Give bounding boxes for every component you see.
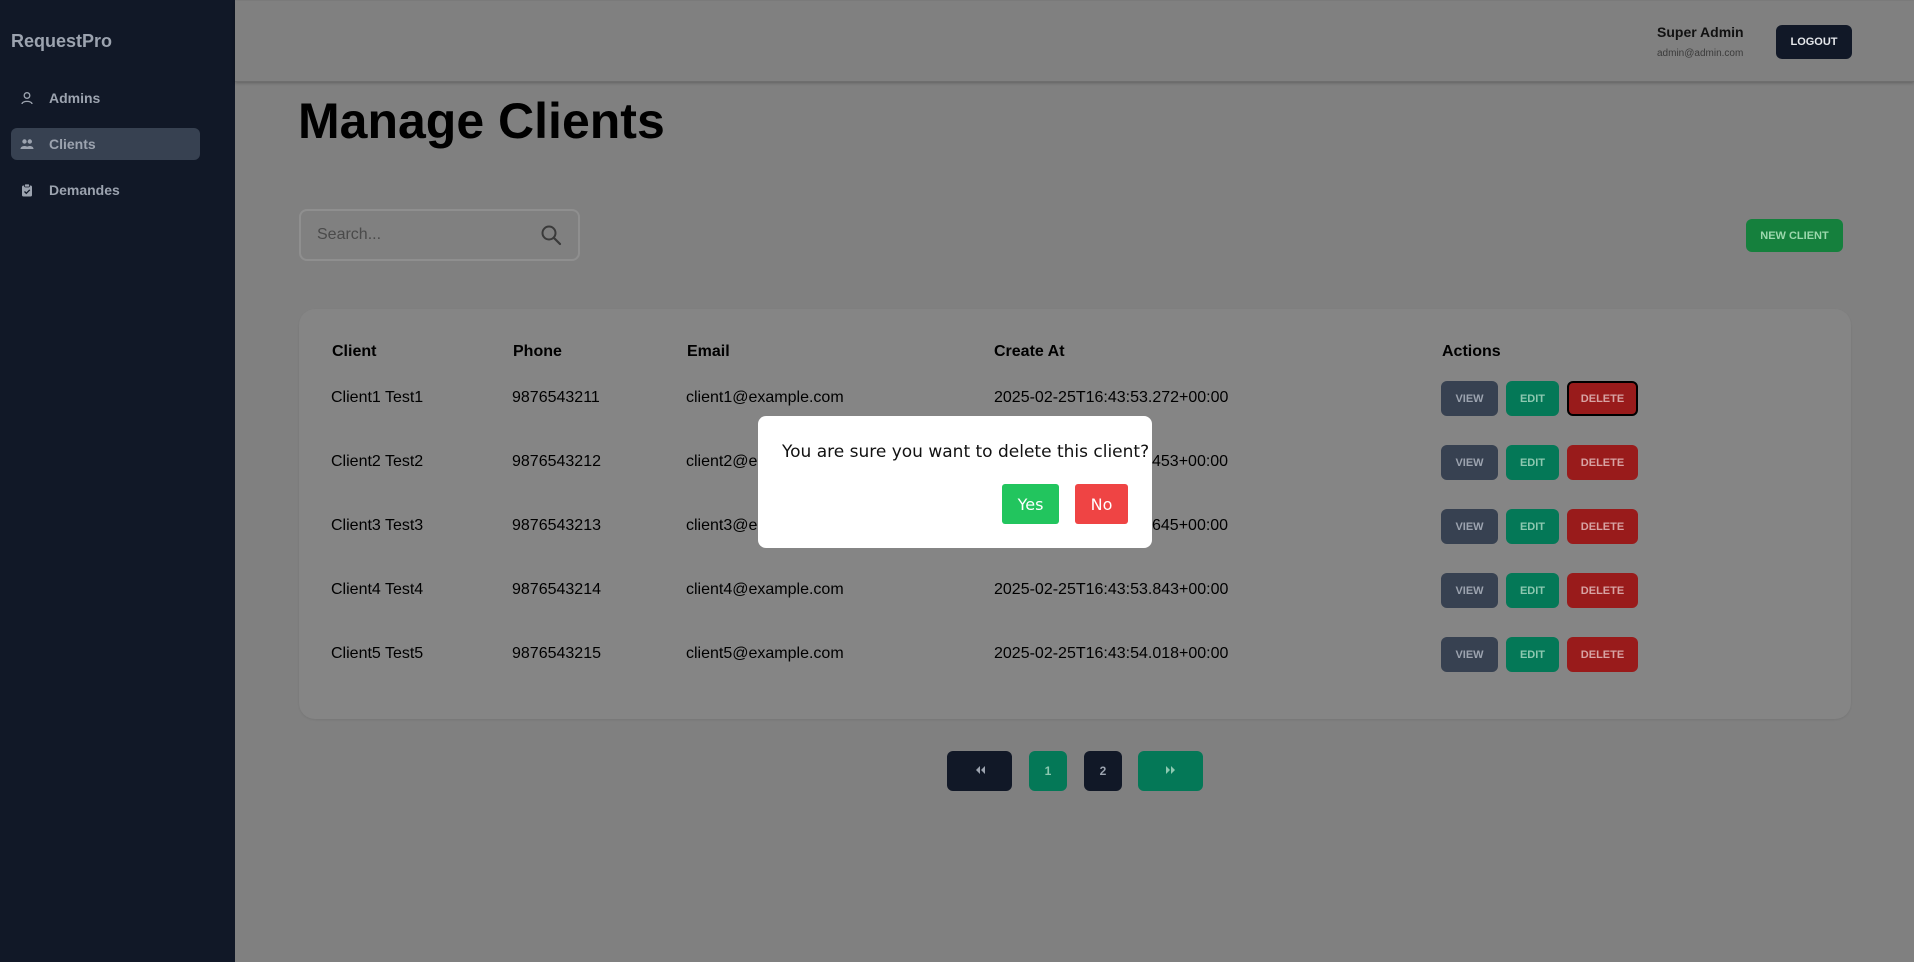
column-header-email: Email xyxy=(687,343,730,360)
cell-email: client2@e xyxy=(686,453,758,470)
cell-client: Client5 Test5 xyxy=(331,645,424,662)
new-client-button[interactable]: NEW CLIENT xyxy=(1746,219,1843,252)
sidebar-item-clients[interactable]: Clients xyxy=(11,128,200,160)
view-button[interactable]: VIEW xyxy=(1441,573,1498,608)
delete-confirm-dialog: You are sure you want to delete this cli… xyxy=(758,416,1152,548)
view-button[interactable]: VIEW xyxy=(1441,509,1498,544)
cell-created: 2025-02-25T16:43:54.018+00:00 xyxy=(994,645,1229,662)
top-header: Super Admin admin@admin.com LOGOUT xyxy=(235,1,1914,82)
page-button-2[interactable]: 2 xyxy=(1084,751,1122,791)
edit-button[interactable]: EDIT xyxy=(1506,381,1559,416)
sidebar: RequestPro Admins Clients Demandes xyxy=(0,0,235,962)
edit-button[interactable]: EDIT xyxy=(1506,445,1559,480)
page-title: Manage Clients xyxy=(298,93,665,149)
logout-button[interactable]: LOGOUT xyxy=(1776,25,1852,59)
cell-created: 453+00:00 xyxy=(1152,453,1229,470)
view-button[interactable]: VIEW xyxy=(1441,381,1498,416)
view-button[interactable]: VIEW xyxy=(1441,637,1498,672)
cell-email: client3@e xyxy=(686,517,758,534)
cell-phone: 9876543215 xyxy=(512,645,601,662)
sidebar-item-demandes[interactable]: Demandes xyxy=(11,174,200,206)
cell-email: client4@example.com xyxy=(686,581,844,598)
last-page-button[interactable] xyxy=(1138,751,1203,791)
delete-button[interactable]: DELETE xyxy=(1567,445,1638,480)
cell-client: Client3 Test3 xyxy=(331,517,424,534)
dialog-message: You are sure you want to delete this cli… xyxy=(782,442,1150,462)
cell-phone: 9876543214 xyxy=(512,581,601,598)
sidebar-item-label: Demandes xyxy=(49,182,120,198)
clipboard-icon xyxy=(20,183,34,197)
column-header-client: Client xyxy=(332,343,377,360)
cell-phone: 9876543211 xyxy=(512,389,600,406)
confirm-no-button[interactable]: No xyxy=(1075,484,1128,524)
column-header-actions: Actions xyxy=(1442,343,1501,360)
cell-created: 645+00:00 xyxy=(1152,517,1229,534)
edit-button[interactable]: EDIT xyxy=(1506,637,1559,672)
edit-button[interactable]: EDIT xyxy=(1506,509,1559,544)
search-icon[interactable] xyxy=(540,224,562,246)
delete-button[interactable]: DELETE xyxy=(1567,637,1638,672)
sidebar-item-label: Admins xyxy=(49,90,101,106)
first-page-button[interactable] xyxy=(947,751,1012,791)
cell-created: 2025-02-25T16:43:53.272+00:00 xyxy=(994,389,1229,406)
sidebar-item-label: Clients xyxy=(49,136,96,152)
cell-phone: 9876543212 xyxy=(512,453,601,470)
users-icon xyxy=(20,137,34,151)
sidebar-item-admins[interactable]: Admins xyxy=(11,82,200,114)
cell-email: client1@example.com xyxy=(686,389,844,406)
column-header-create-at: Create At xyxy=(994,343,1065,360)
edit-button[interactable]: EDIT xyxy=(1506,573,1559,608)
cell-client: Client2 Test2 xyxy=(331,453,424,470)
search-input[interactable] xyxy=(317,226,540,244)
double-chevron-left-icon xyxy=(973,764,987,778)
user-email: admin@admin.com xyxy=(1657,48,1744,59)
page-button-1[interactable]: 1 xyxy=(1029,751,1067,791)
cell-email: client5@example.com xyxy=(686,645,844,662)
delete-button[interactable]: DELETE xyxy=(1567,573,1638,608)
delete-button[interactable]: DELETE xyxy=(1567,509,1638,544)
user-name: Super Admin xyxy=(1657,24,1744,40)
confirm-yes-button[interactable]: Yes xyxy=(1002,484,1059,524)
user-icon xyxy=(20,91,34,105)
search-box xyxy=(299,209,580,261)
cell-created: 2025-02-25T16:43:53.843+00:00 xyxy=(994,581,1229,598)
double-chevron-right-icon xyxy=(1164,764,1178,778)
cell-client: Client1 Test1 xyxy=(331,389,424,406)
column-header-phone: Phone xyxy=(513,343,562,360)
cell-phone: 9876543213 xyxy=(512,517,601,534)
brand-logo: RequestPro xyxy=(11,31,113,51)
cell-client: Client4 Test4 xyxy=(331,581,424,598)
delete-button[interactable]: DELETE xyxy=(1567,381,1638,416)
view-button[interactable]: VIEW xyxy=(1441,445,1498,480)
